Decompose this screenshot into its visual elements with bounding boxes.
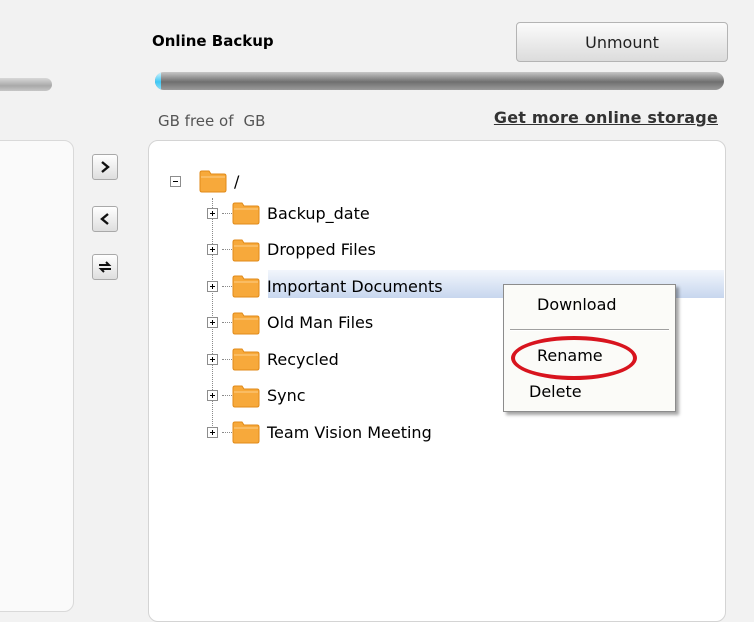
tree-root[interactable]: / bbox=[170, 167, 242, 195]
folder-icon bbox=[232, 348, 260, 371]
storage-info: GB free of GB bbox=[158, 112, 265, 130]
folder-icon bbox=[232, 421, 260, 444]
folder-icon bbox=[232, 202, 260, 225]
tree-branch-line bbox=[222, 212, 232, 214]
folder-icon bbox=[232, 239, 260, 261]
tree-branch-line bbox=[222, 249, 232, 250]
tree-folder-item[interactable]: Old Man Files bbox=[207, 309, 376, 337]
tree-branch-line bbox=[222, 431, 232, 433]
tree-folder-item[interactable]: Team Vision Meeting bbox=[207, 418, 435, 446]
tree-folder-label: Recycled bbox=[267, 349, 339, 369]
expand-icon[interactable] bbox=[207, 353, 218, 365]
get-more-storage-link[interactable]: Get more online storage bbox=[494, 108, 718, 127]
arrow-left-icon bbox=[100, 213, 109, 225]
tree-branch-line bbox=[222, 285, 232, 287]
sync-button[interactable] bbox=[92, 254, 118, 280]
tree-folder-item[interactable]: Recycled bbox=[207, 345, 342, 373]
unmount-button[interactable]: Unmount bbox=[516, 22, 728, 62]
folder-icon bbox=[199, 170, 227, 193]
menu-separator bbox=[510, 329, 669, 331]
local-files-pane[interactable] bbox=[0, 140, 74, 612]
expand-icon[interactable] bbox=[207, 390, 218, 401]
tree-branch-line bbox=[222, 358, 232, 360]
tree-folder-item[interactable]: Backup_date bbox=[207, 199, 373, 227]
tree-root-label: / bbox=[234, 171, 240, 191]
tree-branch-line bbox=[222, 322, 232, 323]
expand-icon[interactable] bbox=[207, 280, 218, 292]
tree-branch-line bbox=[222, 395, 232, 396]
sync-arrows-icon bbox=[98, 261, 112, 273]
upload-button[interactable] bbox=[92, 154, 118, 180]
tree-folder-item[interactable]: Sync bbox=[207, 382, 309, 410]
arrow-right-icon bbox=[101, 161, 110, 173]
folder-icon bbox=[232, 312, 260, 334]
expand-icon[interactable] bbox=[207, 244, 218, 255]
collapse-icon[interactable] bbox=[170, 175, 181, 187]
tree-folder-item[interactable]: Dropped Files bbox=[207, 236, 379, 264]
storage-progress-bar bbox=[155, 72, 724, 90]
folder-icon bbox=[232, 275, 260, 298]
tree-folder-item[interactable]: Important Documents bbox=[207, 272, 446, 300]
local-progress-bar bbox=[0, 78, 52, 91]
tree-folder-label: Dropped Files bbox=[267, 240, 376, 259]
tree-folder-label: Old Man Files bbox=[267, 313, 374, 332]
expand-icon[interactable] bbox=[207, 207, 218, 219]
storage-progress-fill bbox=[155, 72, 161, 90]
panel-title: Online Backup bbox=[152, 32, 274, 50]
tree-folder-label: Backup_date bbox=[267, 203, 370, 223]
tree-folder-label: Important Documents bbox=[267, 276, 443, 296]
storage-total-text: GB bbox=[243, 112, 266, 130]
tree-folder-label: Team Vision Meeting bbox=[267, 422, 432, 442]
storage-free-text: GB free of bbox=[158, 112, 234, 130]
rename-highlight-annotation bbox=[511, 336, 637, 380]
folder-icon bbox=[232, 385, 260, 407]
expand-icon[interactable] bbox=[207, 317, 218, 328]
download-button[interactable] bbox=[92, 206, 118, 232]
menu-item-delete[interactable]: Delete bbox=[529, 382, 582, 401]
menu-item-download[interactable]: Download bbox=[537, 295, 617, 314]
tree-folder-label: Sync bbox=[267, 386, 306, 405]
expand-icon[interactable] bbox=[207, 426, 218, 438]
